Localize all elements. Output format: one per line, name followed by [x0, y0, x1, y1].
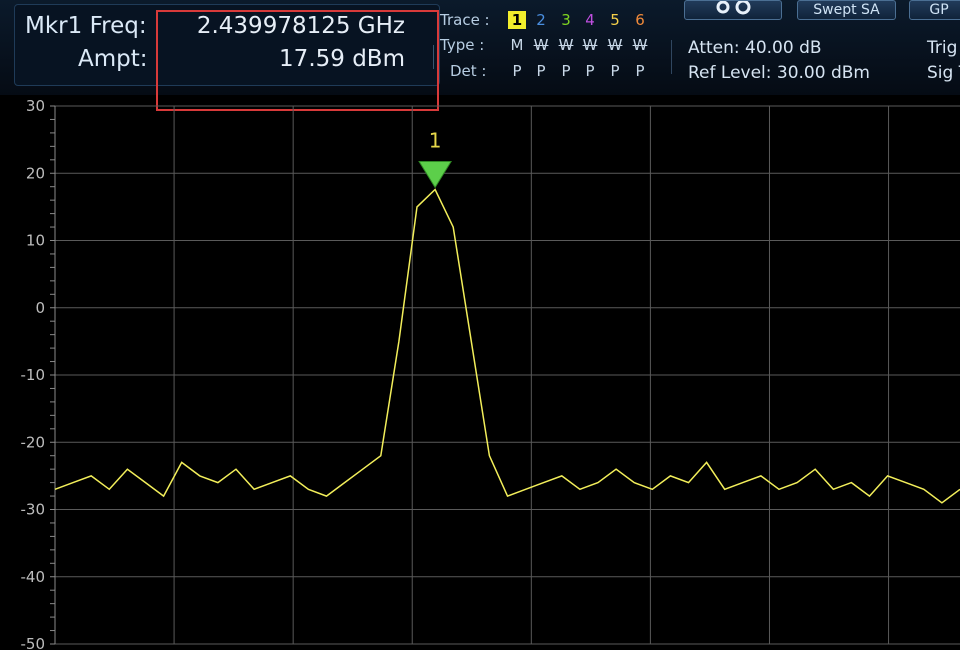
marker-freq-value: 2.439978125 GHz — [196, 13, 405, 39]
spectrum-plot: 30 20 10 0 -10 -20 -30 -40 -50 1 — [21, 97, 960, 650]
y-tick-label: 20 — [26, 164, 45, 182]
type-label: Type : — [440, 36, 485, 54]
y-tick-label: -20 — [21, 433, 46, 451]
atten-readout: Atten: 40.00 dB — [688, 38, 822, 58]
trace-type-4[interactable]: W — [581, 36, 599, 54]
trace-det-2[interactable]: P — [532, 62, 550, 80]
trigger-readout: Trig — [927, 38, 958, 58]
trace-det-4[interactable]: P — [581, 62, 599, 80]
det-label: Det : — [450, 62, 487, 80]
header-bar: Mkr1 Freq: Ampt: 2.439978125 GHz 17.59 d… — [0, 0, 960, 95]
trace-type-5[interactable]: W — [606, 36, 624, 54]
trace-number-5[interactable]: 5 — [606, 11, 624, 29]
trace-number-4[interactable]: 4 — [581, 11, 599, 29]
mode-swept-sa-button[interactable]: Swept SA — [797, 0, 896, 20]
trace-1-line — [54, 188, 960, 504]
trace-det-3[interactable]: P — [557, 62, 575, 80]
trace-number-2[interactable]: 2 — [532, 11, 550, 29]
ref-level-readout: Ref Level: 30.00 dBm — [688, 63, 870, 83]
trace-label: Trace : — [440, 11, 490, 29]
marker-panel: Mkr1 Freq: Ampt: 2.439978125 GHz 17.59 d… — [14, 4, 440, 86]
gp-button[interactable]: GP — [909, 0, 960, 20]
marker-freq-label: Mkr1 Freq: — [25, 13, 147, 39]
marker-ampt-label: Ampt: — [78, 46, 148, 72]
settings-button[interactable] — [684, 0, 782, 20]
y-tick-label: 30 — [26, 97, 45, 115]
y-tick-label: -30 — [21, 501, 46, 519]
trace-det-5[interactable]: P — [606, 62, 624, 80]
trace-panel: Trace : Type : Det : 123456MWWWWWPPPPPP — [440, 4, 670, 84]
marker-separator — [433, 45, 434, 69]
trace-type-3[interactable]: W — [557, 36, 575, 54]
signal-readout: Sig T — [927, 63, 960, 83]
marker-1-number: 1 — [429, 128, 442, 152]
trace-det-1[interactable]: P — [508, 62, 526, 80]
trace-number-3[interactable]: 3 — [557, 11, 575, 29]
trace-number-1[interactable]: 1 — [508, 11, 526, 29]
gears-icon — [703, 1, 763, 19]
y-tick-label: -40 — [21, 568, 46, 586]
trace-number-6[interactable]: 6 — [631, 11, 649, 29]
y-tick-label: -50 — [21, 635, 46, 650]
trace-type-6[interactable]: W — [631, 36, 649, 54]
trace-det-6[interactable]: P — [631, 62, 649, 80]
y-tick-label: 0 — [35, 299, 45, 317]
trace-type-1[interactable]: M — [508, 36, 526, 54]
y-tick-label: -10 — [21, 366, 46, 384]
trace-type-2[interactable]: W — [532, 36, 550, 54]
y-tick-label: 10 — [26, 232, 45, 250]
marker-1-triangle — [418, 160, 452, 189]
marker-ampt-value: 17.59 dBm — [279, 46, 405, 72]
